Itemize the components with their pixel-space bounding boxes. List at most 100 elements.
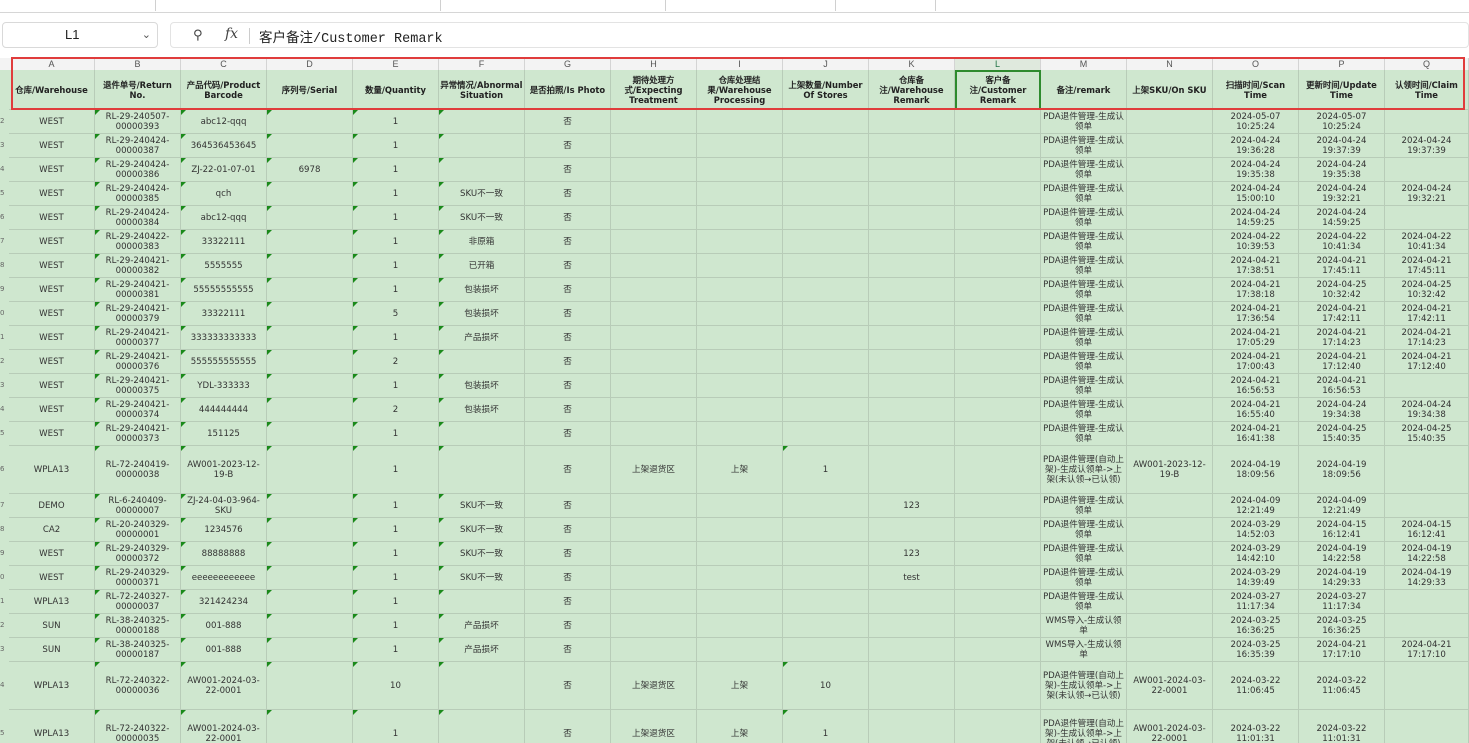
table-cell[interactable]: WEST <box>9 326 95 350</box>
table-cell[interactable]: WPLA13 <box>9 446 95 494</box>
table-cell[interactable] <box>697 374 783 398</box>
table-cell[interactable] <box>955 662 1041 710</box>
ribbon-group[interactable] <box>440 0 666 11</box>
table-cell[interactable]: PDA退件管理-生成认领单 <box>1041 278 1127 302</box>
table-cell[interactable] <box>267 494 353 518</box>
row-number[interactable]: 9 <box>0 285 8 293</box>
table-cell[interactable] <box>697 422 783 446</box>
table-cell[interactable]: 2024-03-29 14:52:03 <box>1213 518 1299 542</box>
table-cell[interactable] <box>697 566 783 590</box>
table-cell[interactable]: 1 <box>353 446 439 494</box>
row-number[interactable]: 3 <box>0 141 8 149</box>
header-cell-q[interactable]: 认领时间/Claim Time <box>1385 70 1469 110</box>
table-cell[interactable]: 1 <box>353 590 439 614</box>
table-cell[interactable]: PDA退件管理-生成认领单 <box>1041 158 1127 182</box>
table-cell[interactable]: PDA退件管理-生成认领单 <box>1041 110 1127 134</box>
table-cell[interactable] <box>267 110 353 134</box>
table-cell[interactable] <box>955 398 1041 422</box>
table-cell[interactable] <box>955 206 1041 230</box>
table-cell[interactable]: 2024-04-21 17:42:11 <box>1385 302 1469 326</box>
row-number[interactable]: 2 <box>0 621 8 629</box>
table-cell[interactable]: 33322111 <box>181 302 267 326</box>
table-cell[interactable]: RL-29-240422-00000383 <box>95 230 181 254</box>
table-cell[interactable]: WEST <box>9 278 95 302</box>
table-cell[interactable]: PDA退件管理-生成认领单 <box>1041 182 1127 206</box>
table-cell[interactable] <box>611 518 697 542</box>
table-cell[interactable] <box>1127 206 1213 230</box>
table-cell[interactable] <box>439 590 525 614</box>
table-cell[interactable]: 否 <box>525 614 611 638</box>
table-cell[interactable] <box>1127 590 1213 614</box>
table-cell[interactable]: 2024-04-24 19:35:38 <box>1299 158 1385 182</box>
table-cell[interactable] <box>697 398 783 422</box>
table-cell[interactable]: 2024-04-09 12:21:49 <box>1213 494 1299 518</box>
table-cell[interactable] <box>697 518 783 542</box>
table-cell[interactable]: 否 <box>525 302 611 326</box>
table-cell[interactable]: 10 <box>783 662 869 710</box>
table-cell[interactable]: 2024-04-15 16:12:41 <box>1299 518 1385 542</box>
table-cell[interactable] <box>1385 662 1469 710</box>
table-cell[interactable]: SUN <box>9 614 95 638</box>
table-cell[interactable]: WEST <box>9 134 95 158</box>
table-cell[interactable]: WMS导入-生成认领单 <box>1041 638 1127 662</box>
row-number[interactable]: 5 <box>0 429 8 437</box>
header-cell-l[interactable]: 客户备注/Customer Remark <box>955 70 1041 110</box>
table-cell[interactable] <box>611 638 697 662</box>
row-number[interactable]: 9 <box>0 549 8 557</box>
table-cell[interactable] <box>267 182 353 206</box>
table-cell[interactable]: 2024-04-21 17:42:11 <box>1299 302 1385 326</box>
table-cell[interactable] <box>697 230 783 254</box>
table-cell[interactable] <box>955 446 1041 494</box>
table-cell[interactable]: 1 <box>353 638 439 662</box>
table-cell[interactable] <box>1127 158 1213 182</box>
table-cell[interactable]: 2024-04-21 16:41:38 <box>1213 422 1299 446</box>
table-cell[interactable]: AW001-2024-03-22-0001 <box>181 662 267 710</box>
table-cell[interactable]: 上架 <box>697 662 783 710</box>
table-cell[interactable] <box>869 662 955 710</box>
table-cell[interactable] <box>1127 182 1213 206</box>
table-cell[interactable] <box>611 278 697 302</box>
row-number[interactable]: 8 <box>0 525 8 533</box>
table-cell[interactable]: WEST <box>9 422 95 446</box>
table-cell[interactable] <box>439 662 525 710</box>
table-cell[interactable]: 2024-04-24 19:37:39 <box>1385 134 1469 158</box>
table-cell[interactable]: 1 <box>353 206 439 230</box>
table-cell[interactable] <box>697 278 783 302</box>
table-cell[interactable] <box>1127 134 1213 158</box>
table-cell[interactable]: 2024-04-21 16:56:53 <box>1213 374 1299 398</box>
table-cell[interactable] <box>1127 110 1213 134</box>
ribbon-group[interactable] <box>155 0 441 11</box>
table-cell[interactable] <box>869 422 955 446</box>
table-cell[interactable]: 否 <box>525 350 611 374</box>
table-cell[interactable]: RL-29-240421-00000374 <box>95 398 181 422</box>
table-cell[interactable]: 2024-04-25 10:32:42 <box>1385 278 1469 302</box>
table-cell[interactable] <box>697 614 783 638</box>
table-cell[interactable]: RL-29-240421-00000373 <box>95 422 181 446</box>
table-cell[interactable] <box>1385 446 1469 494</box>
table-cell[interactable]: 2024-04-19 14:22:58 <box>1385 542 1469 566</box>
table-cell[interactable]: 2 <box>353 350 439 374</box>
table-cell[interactable] <box>955 710 1041 743</box>
table-cell[interactable] <box>439 158 525 182</box>
table-cell[interactable] <box>783 566 869 590</box>
table-cell[interactable] <box>697 350 783 374</box>
table-cell[interactable]: 否 <box>525 494 611 518</box>
table-cell[interactable]: 2024-04-24 19:32:21 <box>1385 182 1469 206</box>
table-cell[interactable] <box>783 182 869 206</box>
table-cell[interactable]: 2024-04-24 19:36:28 <box>1213 134 1299 158</box>
row-number[interactable]: 4 <box>0 405 8 413</box>
table-cell[interactable]: 包装损坏 <box>439 278 525 302</box>
row-number[interactable]: 6 <box>0 465 8 473</box>
table-cell[interactable] <box>611 230 697 254</box>
table-cell[interactable]: 1 <box>353 494 439 518</box>
table-cell[interactable] <box>869 446 955 494</box>
table-cell[interactable]: 1 <box>353 566 439 590</box>
table-cell[interactable]: WEST <box>9 374 95 398</box>
row-number[interactable]: 5 <box>0 189 8 197</box>
table-cell[interactable]: 555555555555 <box>181 350 267 374</box>
header-cell-i[interactable]: 仓库处理结果/Warehouse Processing <box>697 70 783 110</box>
table-cell[interactable]: AW001-2023-12-19-B <box>1127 446 1213 494</box>
row-number[interactable]: 2 <box>0 117 8 125</box>
table-cell[interactable] <box>697 590 783 614</box>
table-cell[interactable]: 否 <box>525 326 611 350</box>
